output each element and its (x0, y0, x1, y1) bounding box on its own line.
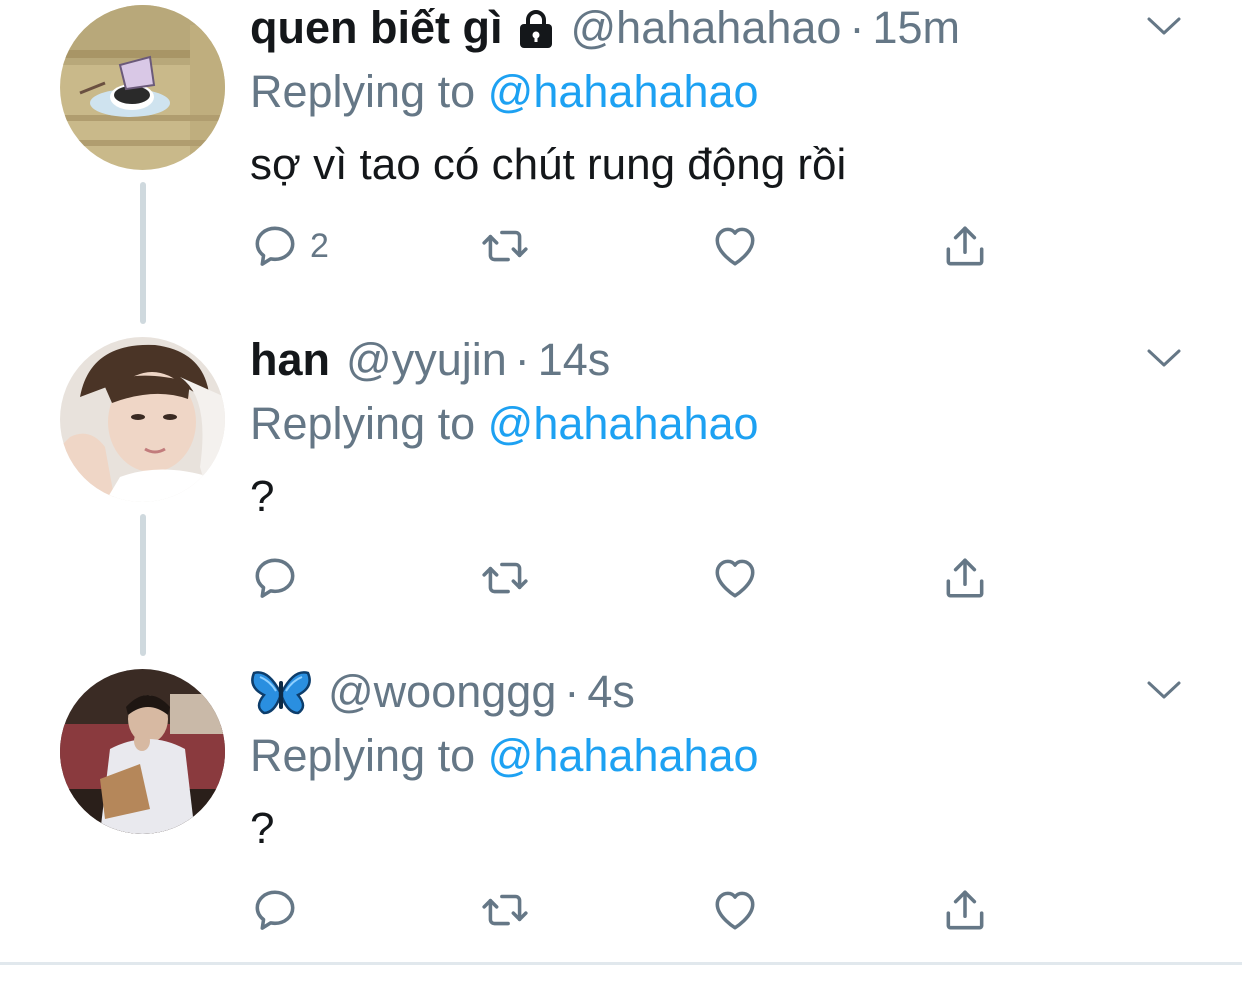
handle[interactable]: @hahahahao (571, 2, 842, 54)
tweet-header: @woonggg · 4s (250, 666, 635, 718)
tweet-header: quen biết gì @hahahahao · 15m (250, 2, 960, 54)
separator-dot: · (514, 334, 530, 385)
mention-link[interactable]: @hahahahao (488, 730, 759, 781)
blue-butterfly-icon (250, 667, 312, 717)
reply-icon (250, 553, 300, 603)
tweet-actions (250, 882, 1010, 942)
retweet-icon (480, 553, 530, 603)
reply-icon (250, 885, 300, 935)
separator-dot: · (849, 2, 865, 53)
replying-to: Replying to @hahahahao (250, 398, 759, 450)
share-button[interactable] (940, 882, 990, 938)
thread-line (140, 514, 146, 656)
replying-to: Replying to @hahahahao (250, 66, 759, 118)
tweet[interactable]: @woonggg · 4s Replying to @hahahahao ? (0, 664, 1242, 996)
tweet-text: ? (250, 804, 275, 853)
display-name[interactable]: quen biết gì (250, 2, 503, 54)
replying-prefix: Replying to (250, 730, 476, 781)
like-button[interactable] (710, 550, 760, 606)
retweet-icon (480, 221, 530, 271)
avatar[interactable] (60, 5, 225, 170)
avatar[interactable] (60, 337, 225, 502)
like-button[interactable] (710, 882, 760, 938)
share-icon (940, 221, 990, 271)
timestamp[interactable]: 15m (872, 2, 960, 54)
mention-link[interactable]: @hahahahao (488, 66, 759, 117)
avatar[interactable] (60, 669, 225, 834)
reply-button[interactable]: 2 (250, 218, 329, 274)
tweet-actions (250, 550, 1010, 610)
replying-to: Replying to @hahahahao (250, 730, 759, 782)
reply-button[interactable] (250, 882, 300, 938)
share-button[interactable] (940, 218, 990, 274)
handle[interactable]: @yyujin (346, 334, 507, 386)
retweet-button[interactable] (480, 218, 530, 274)
reply-count: 2 (310, 226, 329, 265)
timestamp[interactable]: 14s (538, 334, 611, 386)
lock-icon (517, 8, 555, 48)
reply-button[interactable] (250, 550, 300, 606)
person-photo-avatar (60, 669, 225, 834)
like-icon (710, 885, 760, 935)
retweet-button[interactable] (480, 550, 530, 606)
chevron-down-icon[interactable] (1146, 346, 1182, 370)
retweet-icon (480, 885, 530, 935)
share-button[interactable] (940, 550, 990, 606)
separator-dot: · (564, 666, 580, 717)
thread-line (140, 182, 146, 324)
tweet[interactable]: quen biết gì @hahahahao · 15m Replying t… (0, 0, 1242, 332)
chevron-down-icon[interactable] (1146, 14, 1182, 38)
tweet-actions: 2 (250, 218, 1010, 278)
display-name[interactable]: han (250, 334, 330, 386)
like-icon (710, 221, 760, 271)
reply-icon (250, 221, 300, 271)
mention-link[interactable]: @hahahahao (488, 398, 759, 449)
tweet-text: sợ vì tao có chút rung động rồi (250, 140, 847, 189)
tweet-header: han @yyujin · 14s (250, 334, 610, 386)
like-icon (710, 553, 760, 603)
share-icon (940, 885, 990, 935)
timestamp[interactable]: 4s (587, 666, 635, 718)
person-photo-avatar (60, 337, 225, 502)
share-icon (940, 553, 990, 603)
cartoon-character-avatar (60, 5, 225, 170)
chevron-down-icon[interactable] (1146, 678, 1182, 702)
replying-prefix: Replying to (250, 66, 476, 117)
tweet[interactable]: han @yyujin · 14s Replying to @hahahahao… (0, 332, 1242, 664)
handle[interactable]: @woonggg (328, 666, 556, 718)
replying-prefix: Replying to (250, 398, 476, 449)
like-button[interactable] (710, 218, 760, 274)
tweet-text: ? (250, 472, 275, 521)
retweet-button[interactable] (480, 882, 530, 938)
